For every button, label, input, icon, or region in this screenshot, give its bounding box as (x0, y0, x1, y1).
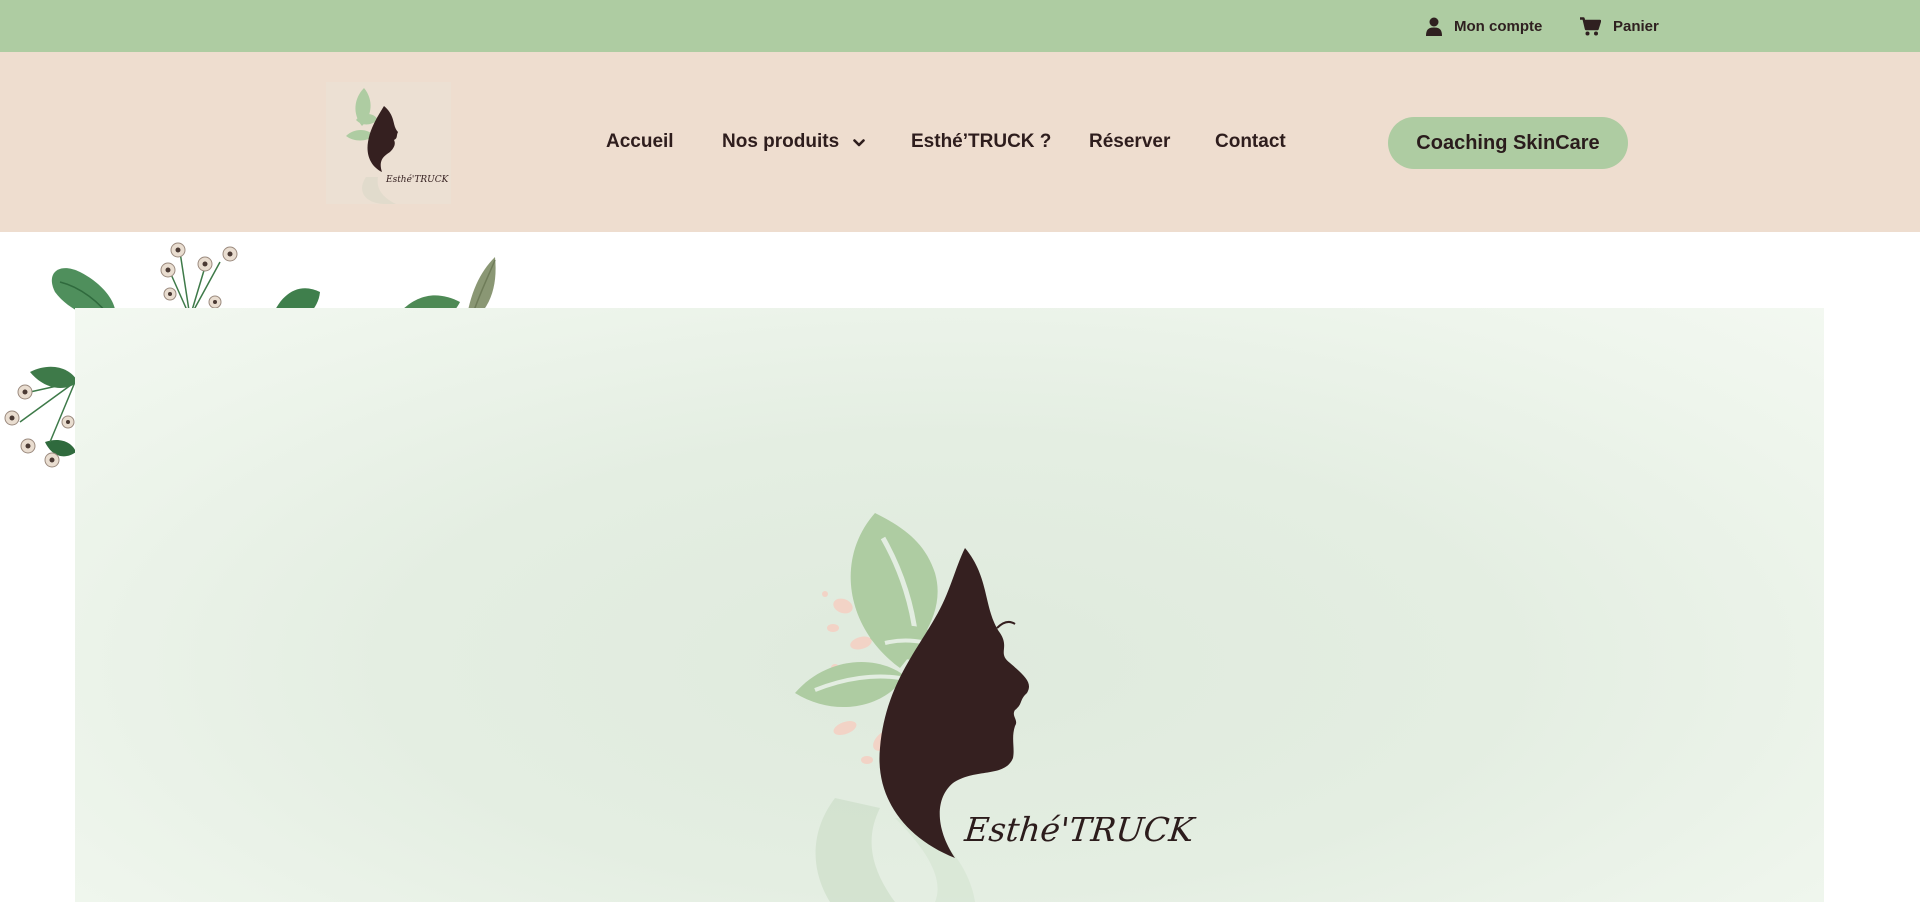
site-header: Esthé'TRUCK Accueil Nos produits Esthé’T… (0, 52, 1920, 232)
coaching-skincare-button[interactable]: Coaching SkinCare (1388, 117, 1628, 169)
hero-banner: Esthé'TRUCK (75, 308, 1824, 902)
nav-item-esthe-truck[interactable]: Esthé’TRUCK ? (911, 131, 1051, 153)
nav-item-products[interactable]: Nos produits (722, 131, 865, 153)
cart-label: Panier (1613, 17, 1659, 35)
top-utility-bar: Mon compte Panier (0, 0, 1920, 52)
nav-item-reserve[interactable]: Réserver (1089, 131, 1170, 153)
my-account-label: Mon compte (1454, 17, 1543, 35)
nav-item-contact[interactable]: Contact (1215, 131, 1286, 153)
cart-icon (1580, 16, 1601, 36)
hero-logo-text: Esthé'TRUCK (962, 810, 1196, 849)
nav-item-products-label: Nos produits (722, 131, 840, 152)
header-logo[interactable]: Esthé'TRUCK (326, 82, 451, 204)
user-icon (1426, 17, 1442, 36)
chevron-down-icon (853, 131, 865, 153)
nav-item-home[interactable]: Accueil (606, 131, 674, 153)
cart-link[interactable]: Panier (1580, 0, 1659, 52)
my-account-link[interactable]: Mon compte (1426, 0, 1542, 52)
header-logo-text: Esthé'TRUCK (385, 174, 450, 185)
